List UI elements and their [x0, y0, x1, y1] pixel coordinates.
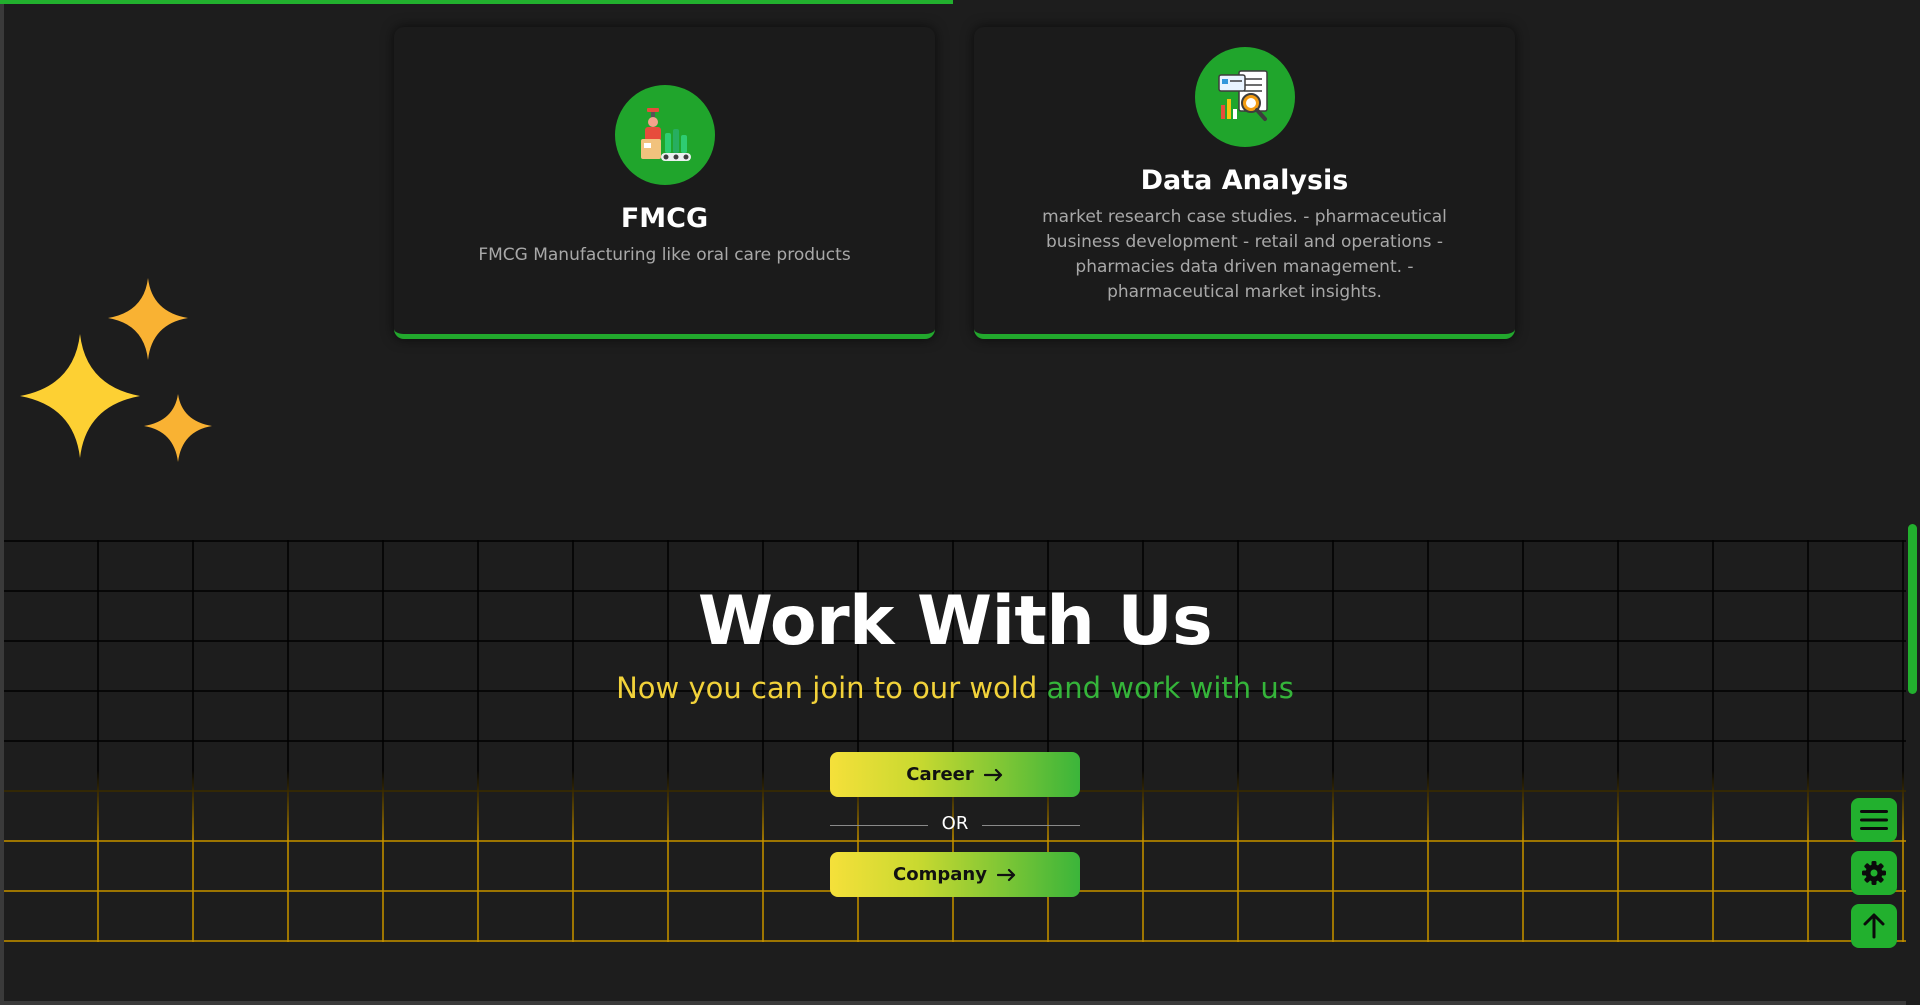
career-button-label: Career: [906, 764, 974, 785]
reading-progress-fill: [0, 0, 953, 4]
subtitle-part-green: and work with us: [1046, 671, 1294, 705]
gear-icon: [1862, 861, 1886, 885]
reading-progress-bar: [0, 0, 1905, 4]
card-title: FMCG: [620, 203, 709, 234]
scrollbar-track[interactable]: [1906, 0, 1920, 1005]
settings-button[interactable]: [1851, 851, 1897, 895]
work-with-us-subtitle: Now you can join to our wold and work wi…: [0, 671, 1910, 705]
menu-icon: [1860, 810, 1888, 830]
company-button-label: Company: [893, 864, 987, 885]
scroll-to-top-button[interactable]: [1851, 904, 1897, 948]
or-label: OR: [941, 813, 969, 834]
menu-button[interactable]: [1851, 798, 1897, 842]
card-title: Data Analysis: [1140, 165, 1349, 196]
company-button[interactable]: Company: [830, 852, 1080, 897]
or-divider: OR: [830, 813, 1080, 837]
arrow-right-icon: [996, 868, 1016, 881]
subtitle-part-yellow: Now you can join to our wold: [616, 671, 1038, 705]
card-description: market research case studies. - pharmace…: [1042, 207, 1447, 302]
data-report-icon: [1194, 47, 1295, 147]
service-card-data-analysis: Data Analysis market research case studi…: [974, 27, 1515, 339]
sparkles-icon: [20, 278, 212, 462]
work-with-us-title: Work With Us: [697, 582, 1213, 661]
scrollbar-thumb[interactable]: [1908, 524, 1917, 694]
card-description: FMCG Manufacturing like oral care produc…: [478, 245, 851, 265]
window-frame-bottom: [0, 1001, 1920, 1005]
arrow-right-icon: [983, 768, 1002, 781]
arrow-up-icon: [1863, 913, 1885, 939]
service-card-fmcg: FMCG FMCG Manufacturing like oral care p…: [394, 27, 935, 339]
factory-icon: [614, 85, 715, 185]
career-button[interactable]: Career: [830, 752, 1080, 797]
divider-line-right: [982, 825, 1080, 826]
